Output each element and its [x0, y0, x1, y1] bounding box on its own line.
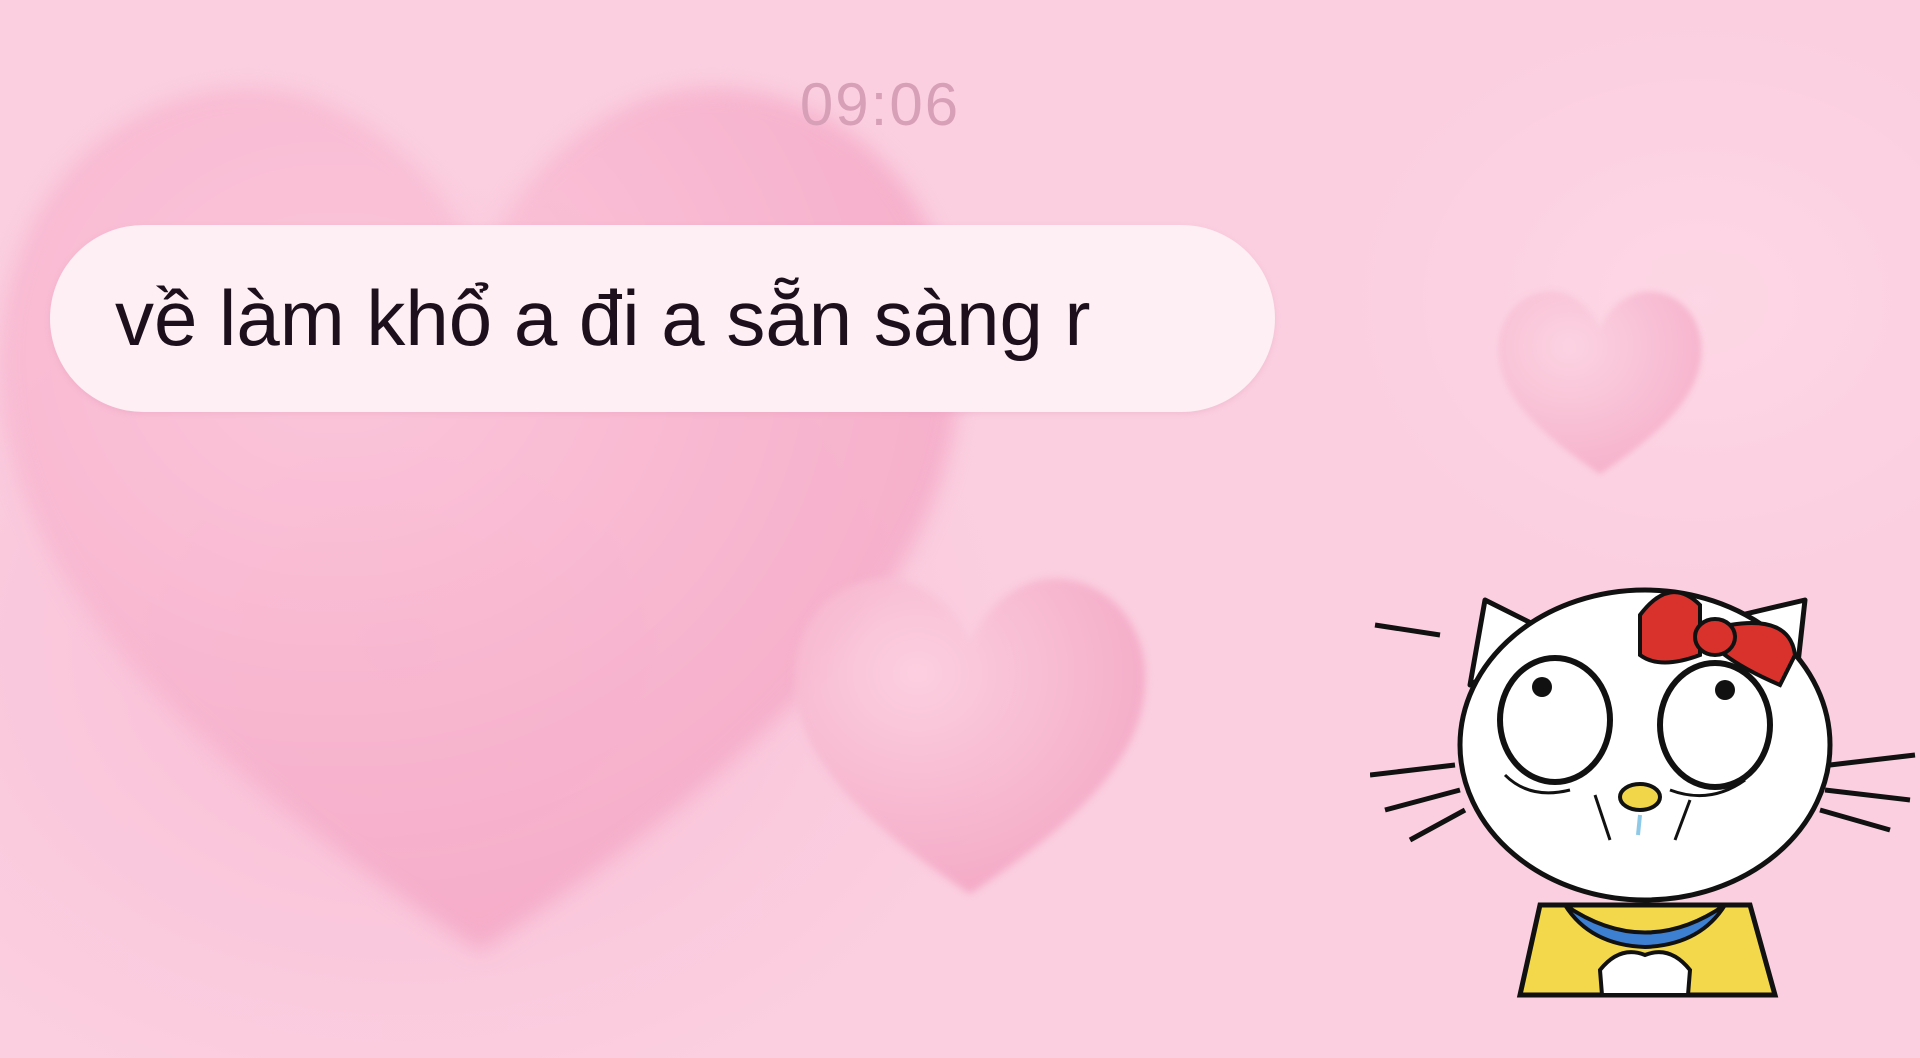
hello-kitty-sticker-icon[interactable] [1370, 575, 1920, 1005]
message-timestamp: 09:06 [799, 71, 961, 138]
message-text: về làm khổ a đi a sẵn sàng r [115, 274, 1091, 362]
message-bubble[interactable]: về làm khổ a đi a sẵn sàng r [50, 225, 1275, 412]
heart-decoration-small [1490, 280, 1710, 490]
heart-decoration-medium [780, 555, 1160, 925]
